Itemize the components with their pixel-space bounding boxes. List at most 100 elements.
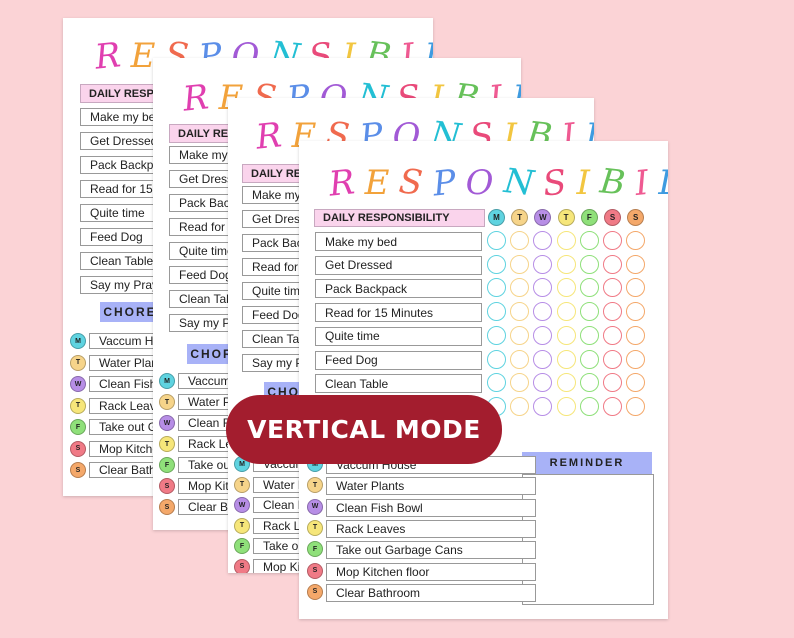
check-circle[interactable] xyxy=(510,396,530,416)
chore-day-dot: T xyxy=(234,476,250,493)
check-circle[interactable] xyxy=(510,231,530,250)
worksheet-page-front: RESPONSIBILITY DAILY RESPONSIBILITY REMI… xyxy=(299,141,668,619)
title-letter: B xyxy=(597,161,637,205)
check-circle[interactable] xyxy=(626,231,646,250)
check-circle[interactable] xyxy=(626,254,646,274)
check-circle[interactable] xyxy=(603,349,622,369)
check-circle[interactable] xyxy=(579,396,599,416)
chore-day-dot: W xyxy=(70,376,86,392)
day-header-f: F xyxy=(580,209,598,226)
check-circle[interactable] xyxy=(533,373,553,393)
check-circle[interactable] xyxy=(487,325,506,345)
chore-day-dot: T xyxy=(70,354,86,371)
chore-day-dot: T xyxy=(70,397,86,414)
task-row: Clean Table xyxy=(242,330,302,348)
check-circle[interactable] xyxy=(487,373,506,393)
check-circle[interactable] xyxy=(626,278,646,298)
check-circle[interactable] xyxy=(626,396,646,416)
task-row: Get Dressed xyxy=(242,210,302,228)
check-circle[interactable] xyxy=(487,302,506,322)
vertical-mode-badge: VERTICAL MODE xyxy=(226,395,502,464)
chore-day-dot: S xyxy=(234,558,250,573)
check-circle[interactable] xyxy=(510,325,530,345)
check-circle[interactable] xyxy=(533,325,553,345)
check-circle[interactable] xyxy=(579,373,599,393)
check-circle[interactable] xyxy=(556,396,576,416)
chore-day-dot: S xyxy=(307,562,323,579)
title-letter: L xyxy=(658,163,668,203)
check-circle[interactable] xyxy=(487,278,506,298)
check-circle[interactable] xyxy=(603,231,622,250)
chore-day-dot: S xyxy=(159,478,175,494)
check-circle[interactable] xyxy=(579,278,599,298)
check-circle[interactable] xyxy=(579,231,599,250)
check-circle[interactable] xyxy=(487,349,506,369)
reminder-header: REMINDER xyxy=(522,452,652,474)
sheet-title: RESPONSIBILITY xyxy=(327,161,668,205)
task-row: Read for 15 Minutes xyxy=(242,258,302,276)
chore-day-dot: F xyxy=(159,457,175,473)
check-circle[interactable] xyxy=(579,325,599,345)
check-circle[interactable] xyxy=(533,302,553,322)
daily-responsibility-header: DAILY RESPONSIBILITY xyxy=(314,209,485,227)
check-circle[interactable] xyxy=(603,396,622,416)
check-circle[interactable] xyxy=(533,396,553,416)
check-circle[interactable] xyxy=(626,302,646,322)
chore-day-dot: M xyxy=(159,373,175,389)
check-circle[interactable] xyxy=(603,302,622,322)
check-circle[interactable] xyxy=(510,254,530,274)
task-row: Read for 15 Minutes xyxy=(315,303,482,323)
check-circle[interactable] xyxy=(556,254,576,274)
check-circle[interactable] xyxy=(510,373,530,393)
check-circle[interactable] xyxy=(556,325,576,345)
title-letter: I xyxy=(632,161,661,205)
check-circle[interactable] xyxy=(603,325,622,345)
task-row: Feed Dog xyxy=(242,306,302,324)
chore-day-dot: W xyxy=(307,498,323,515)
check-circle[interactable] xyxy=(510,278,530,298)
check-circle[interactable] xyxy=(579,302,599,322)
reminder-box[interactable] xyxy=(522,474,654,605)
check-circle[interactable] xyxy=(487,231,506,250)
check-circle[interactable] xyxy=(556,231,576,250)
chore-day-dot: S xyxy=(307,583,323,600)
chore-day-dot: T xyxy=(307,519,323,536)
chore-day-dot: W xyxy=(159,415,175,431)
chore-day-dot: W xyxy=(234,497,250,513)
check-circle[interactable] xyxy=(510,349,530,369)
chore-row: Clear Bathroom xyxy=(326,583,536,602)
task-row: Clean Table xyxy=(315,374,482,394)
chore-day-dot: F xyxy=(307,541,323,558)
chore-day-dot: S xyxy=(70,462,86,478)
title-letter: R xyxy=(181,76,221,120)
check-circle[interactable] xyxy=(533,254,553,274)
chore-day-dot: T xyxy=(159,436,175,452)
check-circle[interactable] xyxy=(579,349,599,369)
task-row: Quite time xyxy=(315,326,482,346)
check-circle[interactable] xyxy=(603,373,622,393)
chore-row: Water Plants xyxy=(326,477,536,496)
task-row: Pack Backpack xyxy=(315,279,482,299)
check-circle[interactable] xyxy=(556,373,576,393)
check-circle[interactable] xyxy=(510,302,530,322)
check-circle[interactable] xyxy=(487,254,506,274)
check-circle[interactable] xyxy=(556,349,576,369)
check-circle[interactable] xyxy=(556,278,576,298)
task-row: Make my bed xyxy=(242,186,302,204)
check-circle[interactable] xyxy=(603,254,622,274)
check-circle[interactable] xyxy=(603,278,622,298)
check-circle[interactable] xyxy=(556,302,576,322)
day-header-t: T xyxy=(557,209,575,226)
check-circle[interactable] xyxy=(626,373,646,393)
check-circle[interactable] xyxy=(533,278,553,298)
check-circle[interactable] xyxy=(626,349,646,369)
chore-day-dot: T xyxy=(159,394,175,410)
day-header-m: M xyxy=(488,209,505,226)
check-circle[interactable] xyxy=(533,231,553,250)
chore-day-dot: F xyxy=(234,538,250,554)
check-circle[interactable] xyxy=(579,254,599,274)
chore-row: Mop Kitchen floor xyxy=(326,562,536,581)
day-header-s: S xyxy=(604,209,621,226)
check-circle[interactable] xyxy=(626,325,646,345)
check-circle[interactable] xyxy=(533,349,553,369)
